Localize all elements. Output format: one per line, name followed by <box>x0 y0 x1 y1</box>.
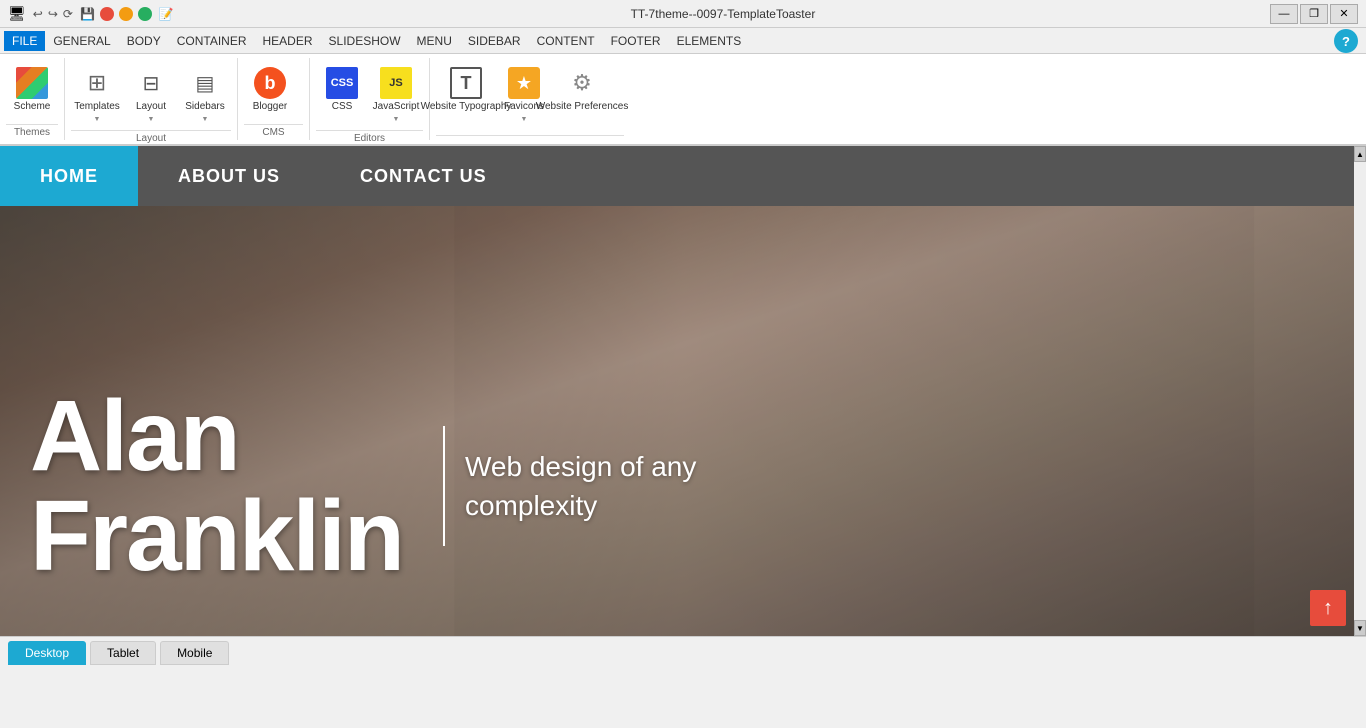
layout-group-label: Layout <box>71 130 231 146</box>
website-typography-button[interactable]: T Website Typography <box>436 62 496 118</box>
minimize-button[interactable]: — <box>1270 4 1298 24</box>
templates-label: Templates▼ <box>74 101 120 125</box>
website-buttons: T Website Typography ★ Favicons▼ ⚙ Websi… <box>436 58 624 135</box>
layout-chevron: ▼ <box>148 116 155 123</box>
preferences-label: Website Preferences <box>536 101 629 113</box>
window-title: TT-7theme--0097-TemplateToaster <box>631 7 816 21</box>
scroll-up-button[interactable]: ↑ <box>1310 590 1346 626</box>
typography-logo: T <box>450 67 482 99</box>
js-chevron: ▼ <box>393 116 400 123</box>
title-bar-left: 🖥 ↩ ↪ ⟳ 💾 📝 <box>8 5 176 22</box>
bottom-bar: Desktop Tablet Mobile <box>0 636 1366 668</box>
favicons-icon: ★ <box>508 67 540 99</box>
menu-file[interactable]: FILE <box>4 31 45 51</box>
favicons-button[interactable]: ★ Favicons▼ <box>498 62 550 130</box>
preview-area: HOME ABOUT US CONTACT US Alan Franklin W… <box>0 146 1366 636</box>
templates-icon: ⊞ <box>81 67 113 99</box>
scrollbar-up[interactable]: ▲ <box>1354 146 1366 162</box>
sidebars-label: Sidebars▼ <box>185 101 224 125</box>
themes-group-label: Themes <box>6 124 58 140</box>
scheme-icon <box>16 67 48 99</box>
sidebars-button[interactable]: ▤ Sidebars▼ <box>179 62 231 130</box>
favicons-chevron: ▼ <box>521 116 528 123</box>
ribbon-group-editors: CSS CSS JS JavaScript▼ Editors <box>310 58 430 140</box>
website-preferences-button[interactable]: ⚙ Website Preferences <box>552 62 612 118</box>
menu-menu[interactable]: MENU <box>409 31 460 51</box>
scheme-color-icon <box>16 67 48 99</box>
toolbar-icons: 🖥 ↩ ↪ ⟳ 💾 📝 <box>8 5 176 22</box>
website-nav: HOME ABOUT US CONTACT US <box>0 146 1366 206</box>
menu-bar: FILE GENERAL BODY CONTAINER HEADER SLIDE… <box>0 28 1366 54</box>
javascript-label: JavaScript▼ <box>373 101 420 125</box>
scrollbar-track <box>1354 162 1366 620</box>
close-button[interactable]: ✕ <box>1330 4 1358 24</box>
blogger-logo: b <box>254 67 286 99</box>
tab-desktop[interactable]: Desktop <box>8 641 86 665</box>
ribbon-group-website: T Website Typography ★ Favicons▼ ⚙ Websi… <box>430 58 630 140</box>
menu-general[interactable]: GENERAL <box>45 31 118 51</box>
hero-section: Alan Franklin Web design of any complexi… <box>0 206 1366 636</box>
website-group-label <box>436 135 624 140</box>
css-label: CSS <box>332 101 353 113</box>
typography-icon: T <box>450 67 482 99</box>
blogger-icon: b <box>254 67 286 99</box>
css-icon: CSS <box>326 67 358 99</box>
sidebars-chevron: ▼ <box>202 116 209 123</box>
ribbon-group-layout: ⊞ Templates▼ ⊟ Layout▼ ▤ Sidebars▼ Layou… <box>65 58 238 140</box>
sidebars-icon: ▤ <box>189 67 221 99</box>
favicons-logo: ★ <box>508 67 540 99</box>
hero-tagline: Web design of any complexity <box>465 447 805 525</box>
menu-footer[interactable]: FOOTER <box>603 31 669 51</box>
hero-first-name: Alan <box>30 386 403 486</box>
cms-buttons: b Blogger <box>244 58 303 124</box>
restore-button[interactable]: ❐ <box>1300 4 1328 24</box>
menu-elements[interactable]: ELEMENTS <box>669 31 750 51</box>
css-button[interactable]: CSS CSS <box>316 62 368 118</box>
nav-contact[interactable]: CONTACT US <box>320 146 527 206</box>
menu-content[interactable]: CONTENT <box>529 31 603 51</box>
title-bar: 🖥 ↩ ↪ ⟳ 💾 📝 TT-7theme--0097-TemplateToas… <box>0 0 1366 28</box>
menu-header[interactable]: HEADER <box>255 31 321 51</box>
preview-scrollbar[interactable]: ▲ ▼ <box>1354 146 1366 636</box>
blogger-label: Blogger <box>253 101 287 113</box>
editors-buttons: CSS CSS JS JavaScript▼ <box>316 58 423 130</box>
ribbon-group-cms: b Blogger CMS <box>238 58 310 140</box>
nav-home[interactable]: HOME <box>0 146 138 206</box>
menu-slideshow[interactable]: SLIDESHOW <box>321 31 409 51</box>
templates-button[interactable]: ⊞ Templates▼ <box>71 62 123 130</box>
hero-divider <box>443 426 445 546</box>
menu-container[interactable]: CONTAINER <box>169 31 255 51</box>
preferences-icon: ⚙ <box>566 67 598 99</box>
help-button[interactable]: ? <box>1334 29 1358 53</box>
themes-buttons: Scheme <box>6 58 58 124</box>
cms-group-label: CMS <box>244 124 303 140</box>
editors-group-label: Editors <box>316 130 423 146</box>
ribbon: Scheme Themes ⊞ Templates▼ ⊟ Layout▼ ▤ S… <box>0 54 1366 146</box>
hero-last-name: Franklin <box>30 486 403 586</box>
layout-buttons: ⊞ Templates▼ ⊟ Layout▼ ▤ Sidebars▼ <box>71 58 231 130</box>
javascript-icon: JS <box>380 67 412 99</box>
css-logo: CSS <box>326 67 358 99</box>
blogger-button[interactable]: b Blogger <box>244 62 296 118</box>
layout-icon: ⊟ <box>135 67 167 99</box>
window-controls[interactable]: — ❐ ✕ <box>1270 4 1358 24</box>
layout-label: Layout▼ <box>136 101 166 125</box>
menu-body[interactable]: BODY <box>119 31 169 51</box>
templates-chevron: ▼ <box>94 116 101 123</box>
menu-sidebar[interactable]: SIDEBAR <box>460 31 529 51</box>
nav-about[interactable]: ABOUT US <box>138 146 320 206</box>
ribbon-group-themes: Scheme Themes <box>0 58 65 140</box>
scrollbar-down[interactable]: ▼ <box>1354 620 1366 636</box>
layout-button[interactable]: ⊟ Layout▼ <box>125 62 177 130</box>
javascript-button[interactable]: JS JavaScript▼ <box>370 62 422 130</box>
scheme-button[interactable]: Scheme <box>6 62 58 118</box>
js-logo: JS <box>380 67 412 99</box>
hero-content: Alan Franklin Web design of any complexi… <box>30 386 1366 586</box>
tab-tablet[interactable]: Tablet <box>90 641 156 665</box>
scheme-label: Scheme <box>14 101 51 113</box>
tab-mobile[interactable]: Mobile <box>160 641 229 665</box>
